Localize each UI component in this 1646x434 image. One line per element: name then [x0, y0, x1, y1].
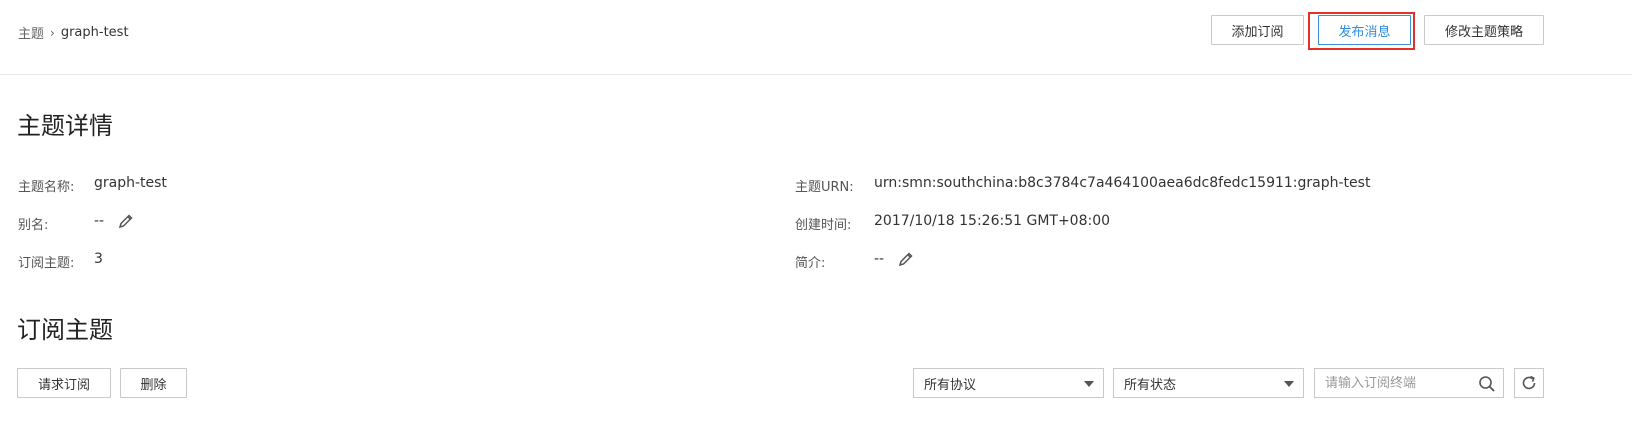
intro-value: -- — [874, 251, 885, 267]
subscriptions-count-label: 订阅主题: — [18, 256, 75, 271]
refresh-button[interactable] — [1514, 368, 1544, 398]
delete-button[interactable]: 删除 — [120, 368, 187, 398]
intro-label: 简介: — [795, 256, 826, 271]
topic-name-value: graph-test — [94, 175, 167, 191]
protocol-select-value: 所有协议 — [924, 377, 977, 393]
status-select[interactable]: 所有状态 — [1113, 368, 1304, 398]
edit-intro-icon[interactable] — [898, 251, 914, 267]
created-time-label: 创建时间: — [795, 218, 852, 233]
highlight-box — [1308, 12, 1415, 50]
breadcrumb-current: graph-test — [60, 25, 129, 40]
add-subscription-button[interactable]: 添加订阅 — [1211, 15, 1304, 45]
chevron-right-icon: › — [50, 25, 55, 40]
top-bar: 主题 › graph-test 添加订阅 发布消息 修改主题策略 — [0, 0, 1646, 75]
section-title-subscriptions: 订阅主题 — [17, 316, 113, 344]
protocol-select[interactable]: 所有协议 — [913, 368, 1104, 398]
breadcrumb: 主题 › graph-test — [18, 23, 129, 42]
chevron-down-icon — [1084, 381, 1094, 387]
edit-alias-icon[interactable] — [118, 213, 134, 229]
subscriptions-count-value: 3 — [94, 251, 103, 267]
breadcrumb-root[interactable]: 主题 — [18, 23, 44, 42]
topic-name-label: 主题名称: — [18, 180, 75, 195]
section-title-details: 主题详情 — [17, 112, 113, 140]
topic-urn-label: 主题URN: — [795, 180, 854, 195]
alias-label: 别名: — [18, 218, 49, 233]
refresh-icon — [1522, 375, 1536, 390]
request-subscription-button[interactable]: 请求订阅 — [17, 368, 111, 398]
search-input[interactable] — [1325, 375, 1465, 391]
search-icon[interactable] — [1478, 375, 1496, 393]
modify-topic-policy-button[interactable]: 修改主题策略 — [1424, 15, 1544, 45]
search-box — [1314, 368, 1504, 398]
alias-value: -- — [94, 213, 105, 229]
chevron-down-icon — [1284, 381, 1294, 387]
status-select-value: 所有状态 — [1124, 377, 1177, 393]
topic-urn-value: urn:smn:southchina:b8c3784c7a464100aea6d… — [874, 175, 1371, 191]
scrollbar[interactable] — [1632, 0, 1646, 434]
created-time-value: 2017/10/18 15:26:51 GMT+08:00 — [874, 213, 1111, 229]
